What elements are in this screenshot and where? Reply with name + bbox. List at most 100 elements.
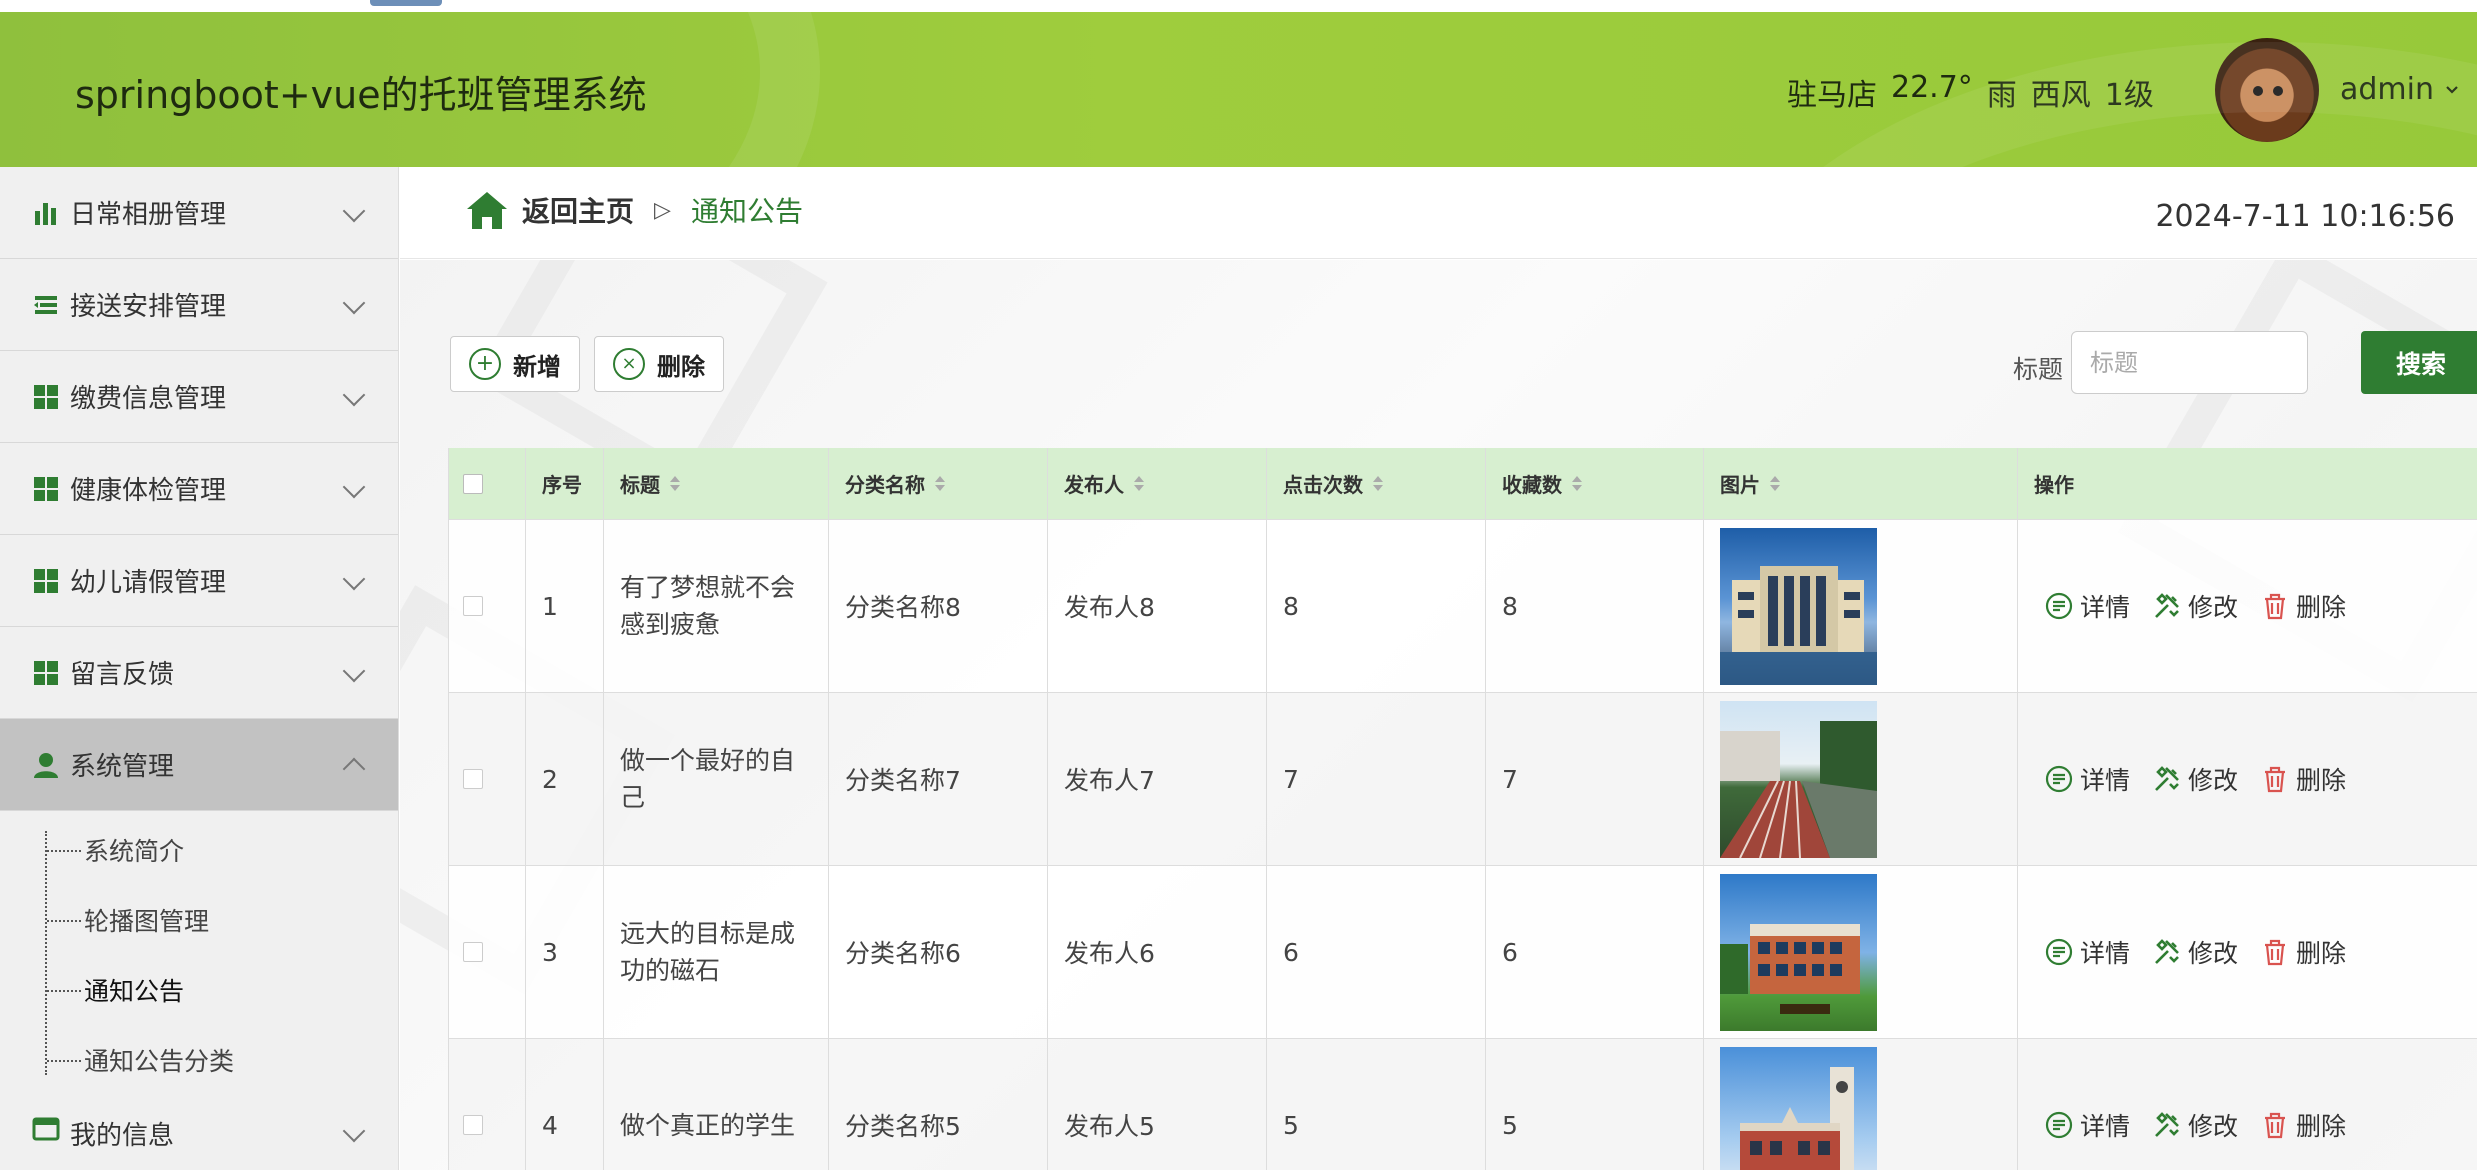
trash-icon — [2265, 1112, 2286, 1139]
detail-button[interactable]: 详情 — [2044, 1107, 2130, 1143]
col-header-clicks[interactable]: 点击次数 — [1267, 448, 1486, 519]
weather-city: 驻马店 — [1787, 78, 1877, 113]
col-header-publisher[interactable]: 发布人 — [1048, 448, 1267, 519]
user-icon — [32, 751, 60, 779]
edit-button[interactable]: 修改 — [2152, 588, 2238, 624]
trash-icon — [2265, 766, 2286, 793]
detail-button[interactable]: 详情 — [2044, 934, 2130, 970]
col-header-label: 操作 — [2034, 473, 2074, 497]
wrench-icon — [2155, 1112, 2179, 1137]
thumbnail-image[interactable] — [1720, 700, 1877, 858]
detail-label: 详情 — [2080, 939, 2131, 968]
search-input[interactable] — [2071, 331, 2308, 394]
col-header-label: 标题 — [620, 473, 660, 497]
cell-favorites: 7 — [1486, 693, 1704, 865]
thumbnail-image[interactable] — [1720, 1046, 1877, 1170]
sidebar-item-feedback[interactable]: 留言反馈 — [0, 627, 398, 719]
avatar-eye-left — [2253, 86, 2263, 96]
row-checkbox[interactable] — [463, 769, 483, 789]
col-header-title[interactable]: 标题 — [604, 448, 829, 519]
sidebar-item-album[interactable]: 日常相册管理 — [0, 167, 398, 259]
col-header-label: 序号 — [542, 473, 582, 497]
col-header-image[interactable]: 图片 — [1704, 448, 2018, 519]
select-all-cell — [449, 448, 526, 519]
home-icon[interactable] — [464, 189, 510, 231]
search-button[interactable]: 搜索 — [2361, 331, 2477, 394]
sidebar-item-label: 系统管理 — [70, 752, 175, 782]
row-checkbox[interactable] — [463, 1115, 483, 1135]
col-header-category[interactable]: 分类名称 — [829, 448, 1048, 519]
sort-icon[interactable] — [935, 476, 945, 491]
clock: 2024-7-11 10:16:56 — [2155, 199, 2455, 234]
chevron-down-icon — [342, 659, 366, 683]
batch-delete-button[interactable]: × 删除 — [594, 336, 724, 392]
cell-actions: 详情 修改 删除 — [2018, 1039, 2477, 1170]
chevron-down-icon — [342, 567, 366, 591]
detail-button[interactable]: 详情 — [2044, 588, 2130, 624]
cell-no: 4 — [526, 1039, 604, 1170]
table-row: 4 做个真正的学生 分类名称5 发布人5 5 5 详情 修改 删除 — [449, 1039, 2477, 1170]
thumbnail-image[interactable] — [1720, 873, 1877, 1031]
sidebar-item-pickup[interactable]: 接送安排管理 — [0, 259, 398, 351]
breadcrumb-home[interactable]: 返回主页 — [522, 190, 634, 230]
col-header-favorites[interactable]: 收藏数 — [1486, 448, 1704, 519]
cell-clicks: 8 — [1267, 520, 1486, 692]
wrench-icon — [2155, 593, 2179, 618]
sidebar-item-label: 幼儿请假管理 — [70, 568, 227, 598]
detail-button[interactable]: 详情 — [2044, 761, 2130, 797]
chevron-down-icon — [342, 291, 366, 315]
edit-button[interactable]: 修改 — [2152, 1107, 2238, 1143]
avatar[interactable] — [2215, 38, 2319, 142]
sidebar-item-health[interactable]: 健康体检管理 — [0, 443, 398, 535]
add-button[interactable]: + 新增 — [450, 336, 580, 392]
sidebar-item-system[interactable]: 系统管理 — [0, 719, 398, 811]
list-icon — [32, 291, 60, 319]
submenu-item-notice[interactable]: 通知公告 — [0, 955, 398, 1025]
delete-button[interactable]: 删除 — [2260, 588, 2346, 624]
col-header-no: 序号 — [526, 448, 604, 519]
sidebar-item-my-info[interactable]: 我的信息 — [0, 1105, 398, 1170]
detail-label: 详情 — [2080, 1112, 2131, 1141]
submenu-item-notice-category[interactable]: 通知公告分类 — [0, 1025, 398, 1095]
sidebar-item-label: 日常相册管理 — [70, 200, 227, 230]
row-checkbox[interactable] — [463, 942, 483, 962]
chevron-up-icon — [342, 757, 366, 781]
user-menu[interactable]: admin — [2340, 72, 2460, 107]
edit-label: 修改 — [2188, 1112, 2239, 1141]
thumbnail-image[interactable] — [1720, 527, 1877, 685]
sort-icon[interactable] — [1373, 476, 1383, 491]
cell-publisher: 发布人8 — [1048, 520, 1267, 692]
sort-icon[interactable] — [1134, 476, 1144, 491]
chevron-down-icon — [342, 199, 366, 223]
wrench-icon — [2155, 939, 2179, 964]
sidebar-item-label: 留言反馈 — [70, 660, 175, 690]
cell-title: 远大的目标是成功的磁石 — [604, 866, 829, 1038]
delete-button[interactable]: 删除 — [2260, 934, 2346, 970]
delete-button[interactable]: 删除 — [2260, 761, 2346, 797]
table-row: 3 远大的目标是成功的磁石 分类名称6 发布人6 6 6 详情 修改 删除 — [449, 866, 2477, 1039]
submenu-item-carousel[interactable]: 轮播图管理 — [0, 885, 398, 955]
select-all-checkbox[interactable] — [463, 473, 483, 494]
sidebar-item-payment[interactable]: 缴费信息管理 — [0, 351, 398, 443]
edit-button[interactable]: 修改 — [2152, 934, 2238, 970]
sidebar-item-leave[interactable]: 幼儿请假管理 — [0, 535, 398, 627]
col-header-label: 发布人 — [1064, 473, 1124, 497]
weather-temp: 22.7° — [1891, 70, 1973, 105]
cell-title-text: 做个真正的学生 — [620, 1110, 796, 1140]
table-row: 2 做一个最好的自己 分类名称7 发布人7 7 7 详情 修改 删除 — [449, 693, 2477, 866]
sort-icon[interactable] — [670, 476, 680, 491]
delete-label: 删除 — [2296, 1112, 2347, 1141]
weather-wind: 西风 — [2030, 78, 2091, 113]
sidebar-item-label: 我的信息 — [70, 1121, 175, 1151]
cell-image — [1704, 1039, 2018, 1170]
sort-icon[interactable] — [1770, 476, 1780, 491]
sort-icon[interactable] — [1572, 476, 1582, 491]
row-checkbox[interactable] — [463, 596, 483, 616]
submenu-item-intro[interactable]: 系统简介 — [0, 815, 398, 885]
cell-no: 3 — [526, 866, 604, 1038]
edit-button[interactable]: 修改 — [2152, 761, 2238, 797]
delete-button[interactable]: 删除 — [2260, 1107, 2346, 1143]
chevron-down-icon — [2446, 85, 2458, 94]
detail-label: 详情 — [2080, 766, 2131, 795]
weather-level: 1级 — [2104, 78, 2154, 113]
